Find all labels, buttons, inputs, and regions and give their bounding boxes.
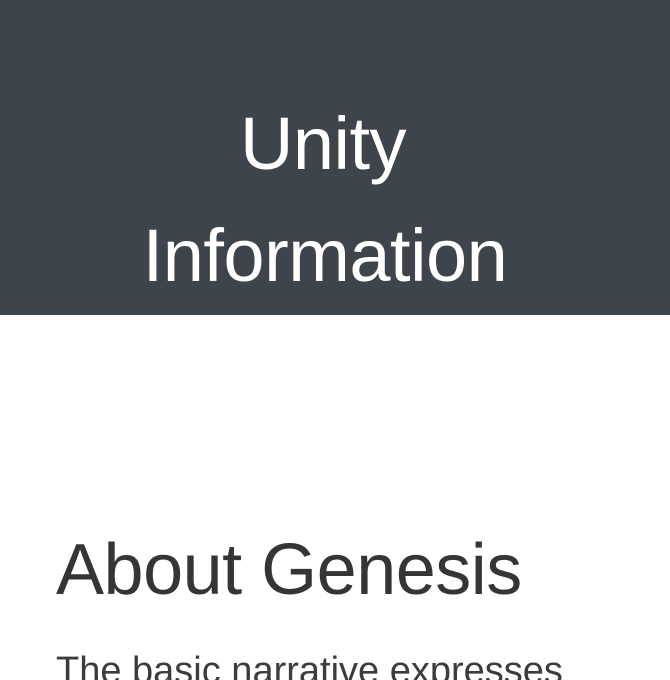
main-content: About Genesis The basic narrative expres… [0, 315, 670, 680]
site-title-line-2: Information [142, 214, 508, 297]
page: Unity Information About Genesis The basi… [0, 0, 670, 680]
site-title[interactable]: Unity Information [0, 88, 650, 312]
about-heading: About Genesis [56, 530, 522, 610]
site-header: Unity Information [0, 0, 670, 315]
about-paragraph: The basic narrative expresses [56, 650, 563, 680]
site-title-line-1: Unity [239, 102, 407, 185]
